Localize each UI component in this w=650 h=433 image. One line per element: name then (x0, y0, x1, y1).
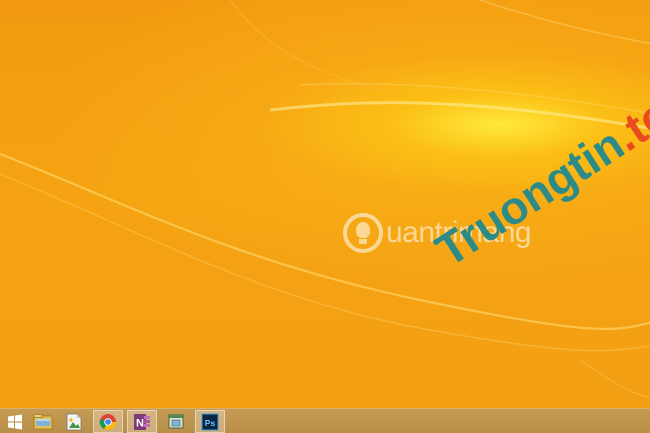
onenote-button[interactable]: N (127, 410, 157, 433)
taskbar: N Ps (0, 408, 650, 433)
photoshop-button[interactable]: Ps (195, 410, 225, 433)
quantrimang-watermark: uantrimang (343, 210, 573, 262)
image-file-icon (66, 413, 82, 430)
folder-icon (33, 414, 53, 430)
file-explorer-button[interactable] (28, 410, 58, 433)
onenote-icon: N (134, 413, 150, 430)
chrome-icon (99, 413, 116, 430)
window-app-button[interactable] (161, 410, 191, 433)
watermark-brand-text: uantrimang (386, 216, 532, 249)
lightbulb-icon (356, 222, 370, 238)
onenote-letter: N (136, 417, 144, 429)
photoshop-letters: Ps (205, 418, 216, 428)
photoshop-icon: Ps (201, 413, 219, 430)
start-button[interactable] (0, 410, 30, 433)
lightbulb-base-icon (359, 239, 367, 244)
desktop[interactable]: uantrimang Truongtin.top (0, 0, 650, 433)
window-app-icon (168, 414, 184, 429)
image-viewer-button[interactable] (59, 410, 89, 433)
chrome-button[interactable] (93, 410, 123, 433)
windows-logo-icon (8, 414, 22, 429)
